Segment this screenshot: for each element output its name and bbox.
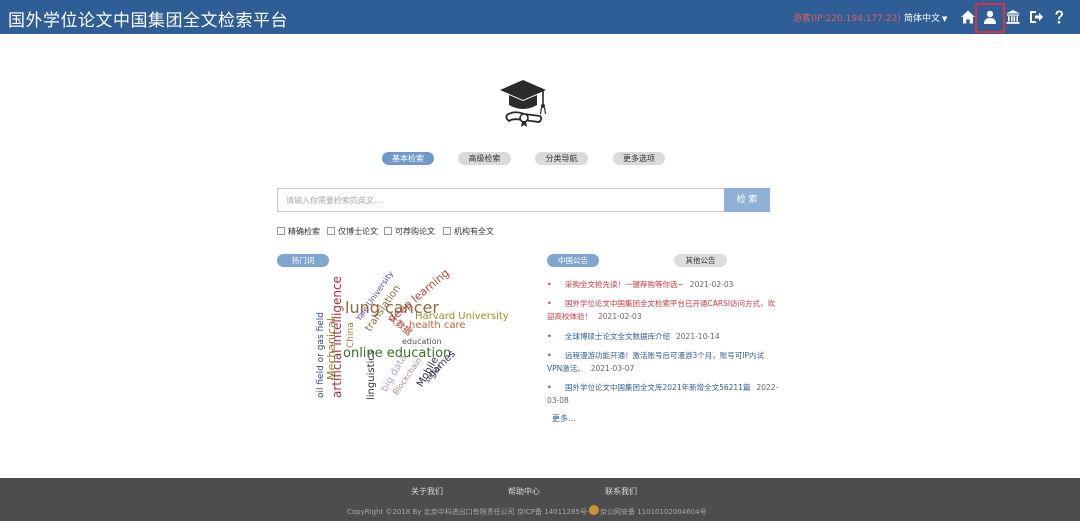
option-label: 精确检索	[288, 226, 320, 236]
footer-link-help[interactable]: 帮助中心	[508, 486, 540, 497]
notice-date: 2021-03-07	[590, 364, 635, 373]
notice-date: 2021-02-03	[689, 280, 734, 289]
notice-item[interactable]: • 国外学位论文中国集团全文库2021年新增全文56211篇 2022-03-08	[547, 381, 779, 407]
notice-date: 2021-02-03	[598, 312, 642, 321]
option-phd-only[interactable]: 仅博士论文	[327, 226, 378, 236]
hotword-cloud: lung cancer online education artificial …	[300, 266, 520, 408]
checkbox[interactable]	[384, 227, 392, 235]
tab-basic-search[interactable]: 基本检索	[382, 152, 434, 165]
checkbox[interactable]	[443, 227, 451, 235]
option-label: 机构有全文	[454, 226, 494, 236]
language-label: 简体中文	[904, 14, 941, 24]
notice-title[interactable]: 全球博硕士论文全文数据库介绍	[547, 332, 670, 341]
hotword-linguistics[interactable]: linguistics	[366, 350, 377, 400]
notice-title[interactable]: 国外学位论文中国集团全文检索平台已开通CARSI访问方式，欢迎高校体验！	[547, 299, 775, 321]
notice-title[interactable]: 国外学位论文中国集团全文库2021年新增全文56211篇	[547, 383, 750, 392]
page: 国外学位论文中国集团全文检索平台 游客(IP:220.194.177.22) 简…	[0, 0, 1080, 521]
more-link[interactable]: 更多...	[552, 413, 576, 424]
notice-title[interactable]: 采购全文抢先读！一键荐购等你选~	[547, 280, 684, 289]
footer: 关于我们 帮助中心 联系我们 CopyRight ©2018 By 北京中科进出…	[0, 478, 1080, 521]
notice-item[interactable]: • 全球博硕士论文全文数据库介绍 2021-10-14	[547, 330, 779, 343]
notice-item[interactable]: • 远程漫游功能开通！激活账号后可漫游3个月，账号可IP内试VPN激活。 2021-…	[547, 349, 779, 375]
option-label: 可荐购论文	[395, 226, 435, 236]
checkbox[interactable]	[277, 227, 285, 235]
top-bar: 国外学位论文中国集团全文检索平台 游客(IP:220.194.177.22) 简…	[0, 0, 1080, 34]
bullet-icon: •	[547, 299, 552, 308]
hotword-health-care[interactable]: health care	[409, 321, 466, 331]
option-recommendable[interactable]: 可荐购论文	[384, 226, 435, 236]
option-exact-search[interactable]: 精确检索	[277, 226, 320, 236]
checkbox[interactable]	[327, 227, 335, 235]
user-icon[interactable]	[980, 7, 1000, 27]
bullet-icon: •	[547, 351, 552, 360]
tab-other-notice[interactable]: 其他公告	[674, 254, 727, 267]
notice-item[interactable]: • 采购全文抢先读！一键荐购等你选~ 2021-02-03	[547, 278, 779, 291]
institution-icon[interactable]	[1003, 7, 1023, 27]
caret-down-icon: ▼	[942, 15, 948, 23]
police-badge-icon	[589, 505, 599, 515]
search-input[interactable]	[277, 188, 725, 212]
hotword-china[interactable]: China	[346, 322, 356, 348]
option-label: 仅博士论文	[338, 226, 378, 236]
notice-title[interactable]: 远程漫游功能开通！激活账号后可漫游3个月，账号可IP内试VPN激活。	[547, 351, 764, 373]
visitor-ip: 游客(IP:220.194.177.22)	[793, 14, 901, 24]
notice-date: 2021-10-14	[676, 332, 720, 341]
language-select[interactable]: 简体中文 ▼	[904, 11, 947, 24]
platform-title: 国外学位论文中国集团全文检索平台	[8, 11, 288, 31]
copyright: CopyRight ©2018 By 北京中科进出口有限责任公司 京ICP备 1…	[347, 508, 594, 516]
graduation-cap-diploma-icon	[494, 72, 552, 130]
footer-link-contact[interactable]: 联系我们	[605, 486, 637, 497]
hotwords-label: 热门词	[277, 254, 329, 267]
bullet-icon: •	[547, 332, 552, 341]
bullet-icon: •	[547, 383, 552, 392]
logout-icon[interactable]	[1026, 7, 1046, 27]
tab-category-nav[interactable]: 分类导航	[535, 152, 588, 165]
hotword-mechanical[interactable]: Mechanical	[325, 318, 338, 380]
tab-china-notice[interactable]: 中国公告	[547, 254, 599, 267]
search-button[interactable]: 检 索	[724, 188, 770, 212]
police-record[interactable]: 京公网安备 11010102004604号	[600, 507, 707, 517]
help-icon[interactable]	[1049, 7, 1069, 27]
bullet-icon: •	[547, 280, 552, 289]
tab-advanced-search[interactable]: 高级检索	[458, 152, 511, 165]
hotword-education[interactable]: education	[402, 338, 442, 346]
tab-more-options[interactable]: 更多选项	[613, 152, 665, 165]
hotword-oil-field[interactable]: oil field or gas field	[316, 312, 326, 398]
footer-link-about[interactable]: 关于我们	[411, 486, 443, 497]
notice-item[interactable]: • 国外学位论文中国集团全文检索平台已开通CARSI访问方式，欢迎高校体验！ 202…	[547, 297, 779, 323]
option-institution-fulltext[interactable]: 机构有全文	[443, 226, 494, 236]
